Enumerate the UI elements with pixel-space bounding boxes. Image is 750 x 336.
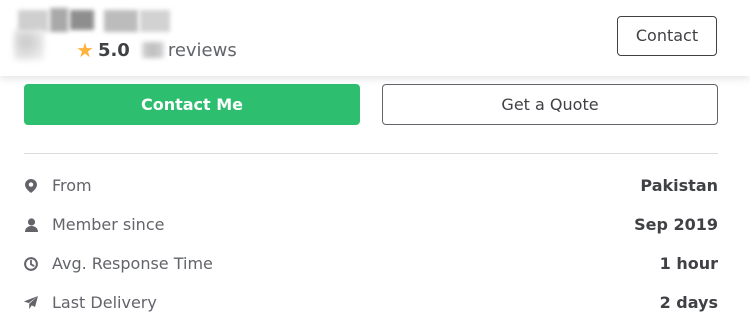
reviews-label: reviews bbox=[167, 39, 237, 61]
stat-label: From bbox=[52, 176, 92, 195]
review-count-redacted bbox=[141, 42, 164, 58]
seller-stats: From Pakistan Member since Sep 2019 Avg.… bbox=[24, 166, 718, 322]
stat-row-from: From Pakistan bbox=[24, 166, 718, 205]
user-icon bbox=[24, 217, 38, 232]
stat-label: Member since bbox=[52, 215, 165, 234]
divider bbox=[24, 153, 718, 154]
stat-label: Avg. Response Time bbox=[52, 254, 213, 273]
stat-row-member-since: Member since Sep 2019 bbox=[24, 205, 718, 244]
paper-plane-icon bbox=[24, 296, 38, 310]
get-quote-button[interactable]: Get a Quote bbox=[382, 84, 718, 125]
sticky-header: ★ 5.0 reviews Contact bbox=[0, 0, 750, 76]
stat-value: Sep 2019 bbox=[634, 215, 718, 234]
clock-icon bbox=[24, 256, 38, 271]
seller-card: ★ 5.0 reviews Contact Contact Me Get a Q… bbox=[0, 0, 750, 336]
avatar[interactable] bbox=[14, 30, 44, 60]
rating-summary: ★ 5.0 reviews bbox=[76, 38, 237, 62]
stat-row-response-time: Avg. Response Time 1 hour bbox=[24, 244, 718, 283]
stat-value: 1 hour bbox=[659, 254, 718, 273]
location-pin-icon bbox=[24, 178, 38, 193]
contact-me-button[interactable]: Contact Me bbox=[24, 84, 360, 125]
rating-score: 5.0 bbox=[97, 39, 130, 61]
stat-value: 2 days bbox=[659, 293, 718, 312]
stat-label: Last Delivery bbox=[52, 293, 157, 312]
contact-button[interactable]: Contact bbox=[617, 16, 717, 56]
star-icon: ★ bbox=[76, 38, 94, 62]
stat-row-last-delivery: Last Delivery 2 days bbox=[24, 283, 718, 322]
stat-value: Pakistan bbox=[640, 176, 718, 195]
